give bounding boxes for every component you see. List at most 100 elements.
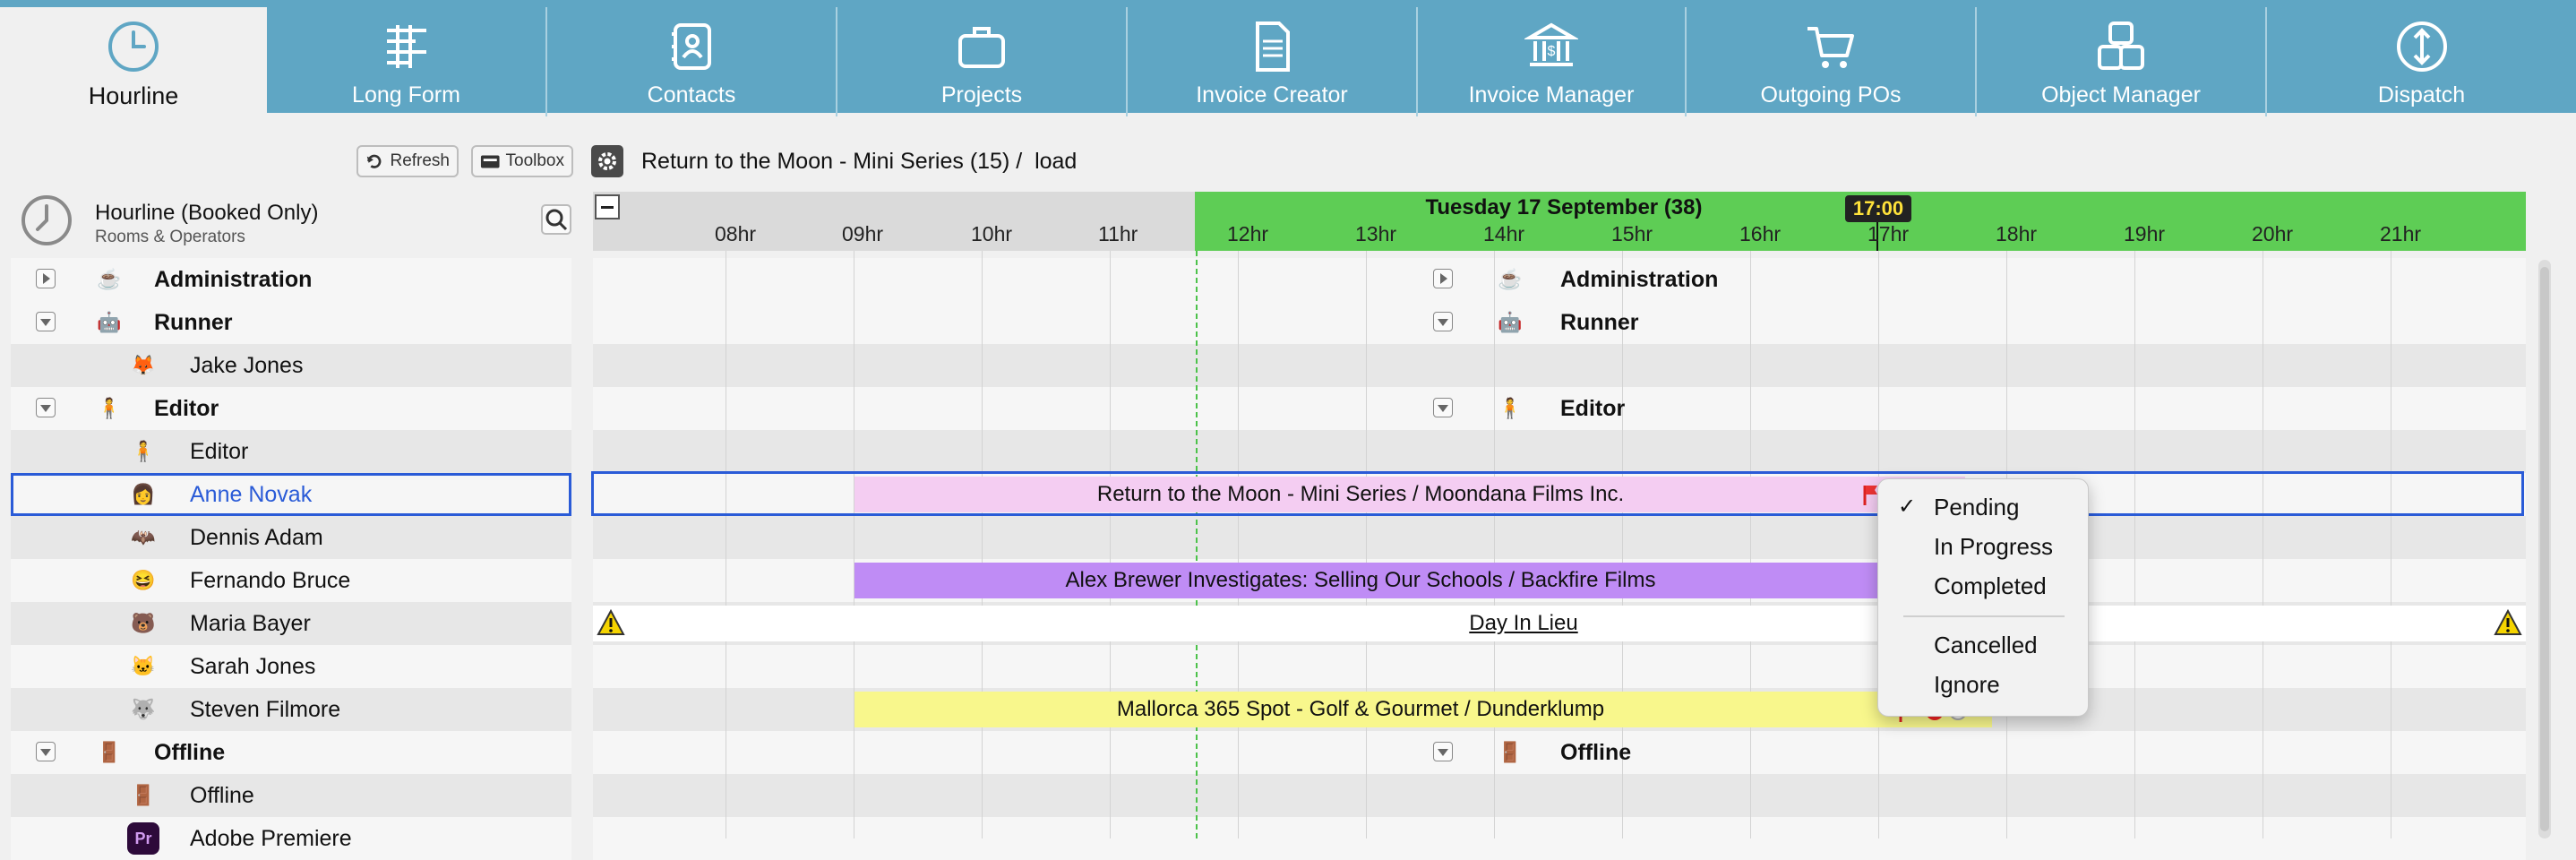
timeline-row[interactable] (593, 301, 2526, 344)
refresh-button[interactable]: Refresh (356, 145, 459, 177)
collapse-toggle[interactable] (36, 398, 56, 417)
scrollbar-thumb[interactable] (2540, 267, 2549, 831)
toolbox-button[interactable]: Toolbox (471, 145, 573, 177)
settings-button[interactable] (591, 145, 623, 177)
tab-label: Projects (940, 82, 1023, 108)
list-item[interactable]: 🤖 Runner (11, 301, 571, 344)
list-item[interactable]: 🐻 Maria Bayer (11, 602, 571, 645)
list-item[interactable]: 🦇 Dennis Adam (11, 516, 571, 559)
tab-invoice-manager[interactable]: $ Invoice Manager (1418, 7, 1687, 116)
timeline-row[interactable] (593, 258, 2526, 301)
hour-label: 15hr (1611, 222, 1653, 245)
search-button[interactable] (541, 204, 571, 235)
row-label: Editor (190, 439, 249, 464)
cubes-icon (2098, 22, 2144, 70)
door-icon: 🚪 (97, 741, 122, 763)
tab-contacts[interactable]: Contacts (547, 7, 837, 116)
timeline-row[interactable] (593, 387, 2526, 430)
tab-object-manager[interactable]: Object Manager (1977, 7, 2267, 116)
list-item[interactable]: 🚪 Offline (11, 774, 571, 817)
list-item[interactable]: 🐱 Sarah Jones (11, 645, 571, 688)
list-item[interactable]: 😆 Fernando Bruce (11, 559, 571, 602)
hour-label: 09hr (842, 222, 884, 245)
timeline-row[interactable] (593, 344, 2526, 387)
woman-avatar-icon: 👩 (131, 483, 156, 505)
expand-toggle[interactable] (36, 269, 56, 288)
timeline-row[interactable] (593, 817, 2526, 860)
menu-item-in-progress[interactable]: In Progress (1934, 533, 2053, 561)
list-item[interactable]: ☕ Administration (11, 258, 571, 301)
menu-item-pending[interactable]: Pending (1934, 494, 2019, 521)
grid-line (1110, 251, 1111, 838)
row-label: Offline (154, 740, 226, 765)
tab-projects[interactable]: Projects (837, 7, 1128, 116)
list-item[interactable]: 🚪 Offline (11, 731, 571, 774)
timeline-row[interactable] (593, 731, 2526, 774)
collapse-timeline-button[interactable] (595, 194, 620, 219)
timeline-row[interactable] (593, 516, 2526, 559)
android-icon: 🤖 (97, 311, 122, 333)
booking-steven-filmore[interactable]: Mallorca 365 Spot - Golf & Gourmet / Dun… (854, 692, 1992, 727)
tab-dispatch[interactable]: Dispatch (2267, 7, 2576, 116)
refresh-label: Refresh (390, 151, 450, 170)
list-item-selected[interactable]: 👩 Anne Novak (11, 473, 571, 516)
hour-label: 10hr (971, 222, 1013, 245)
collapse-editor-toggle[interactable] (1433, 398, 1453, 417)
hour-label: 08hr (715, 222, 757, 245)
menu-item-cancelled[interactable]: Cancelled (1934, 632, 2038, 659)
row-label: Dennis Adam (190, 525, 323, 550)
coffee-icon: ☕ (1498, 268, 1523, 290)
collapse-toggle[interactable] (36, 312, 56, 331)
collapse-offline-toggle[interactable] (1433, 742, 1453, 761)
collapse-toggle[interactable] (36, 742, 56, 761)
booking-maria-bayer[interactable]: Day In Lieu (593, 606, 2526, 641)
timeline-row[interactable] (593, 645, 2526, 688)
tab-hourline[interactable]: Hourline (0, 7, 267, 116)
list-item[interactable]: Pr Adobe Premiere (11, 817, 571, 860)
timeline-row[interactable] (593, 774, 2526, 817)
hour-label: 17hr (1868, 222, 1910, 245)
search-icon (545, 209, 568, 231)
tab-outgoing-pos[interactable]: Outgoing POs (1687, 7, 1977, 116)
batman-avatar-icon: 🦇 (131, 526, 156, 548)
bear-avatar-icon: 🐻 (131, 612, 156, 634)
current-time-badge: 17:00 (1845, 195, 1911, 222)
group-label-administration: Administration (1560, 267, 1719, 292)
laughing-face-icon: 😆 (131, 569, 156, 591)
dispatch-arrows-icon (2396, 22, 2447, 72)
briefcase-icon (958, 27, 1005, 68)
row-label: Runner (154, 310, 233, 335)
tab-invoice-creator[interactable]: Invoice Creator (1128, 7, 1418, 116)
list-item[interactable]: 🧍 Editor (11, 387, 571, 430)
booking-label: Alex Brewer Investigates: Selling Our Sc… (1065, 568, 1656, 592)
list-item[interactable]: 🧍 Editor (11, 430, 571, 473)
group-label-offline: Offline (1560, 740, 1632, 765)
door-icon: 🚪 (131, 784, 156, 806)
clock-icon (108, 22, 159, 72)
vertical-scrollbar[interactable] (2538, 260, 2551, 838)
list-item[interactable]: 🦊 Jake Jones (11, 344, 571, 387)
menu-item-ignore[interactable]: Ignore (1934, 671, 2000, 699)
expand-administration-toggle[interactable] (1433, 269, 1453, 288)
tab-label: Object Manager (2041, 82, 2201, 108)
grid-line (2134, 251, 2135, 838)
booking-fernando-bruce[interactable]: Alex Brewer Investigates: Selling Our Sc… (854, 563, 1885, 598)
timeline-date-label: Tuesday 17 September (38) (1425, 195, 1703, 219)
tab-label: Contacts (647, 82, 736, 108)
svg-text:$: $ (1548, 44, 1556, 59)
booking-anne-novak[interactable]: Return to the Moon - Mini Series / Moond… (854, 477, 1965, 512)
timeline-row[interactable] (593, 430, 2526, 473)
contacts-icon (672, 23, 711, 70)
row-label: Sarah Jones (190, 654, 316, 679)
tab-label: Dispatch (2377, 82, 2466, 108)
row-label: Offline (190, 783, 254, 808)
collapse-runner-toggle[interactable] (1433, 312, 1453, 331)
tab-label: Hourline (88, 82, 179, 109)
coffee-icon: ☕ (97, 268, 122, 290)
hour-label: 21hr (2380, 222, 2422, 245)
menu-item-completed[interactable]: Completed (1934, 572, 2047, 600)
hour-label: 16hr (1739, 222, 1782, 245)
list-item[interactable]: 🐺 Steven Filmore (11, 688, 571, 731)
tab-long-form[interactable]: Long Form (267, 7, 547, 116)
cat-avatar-icon: 🐱 (131, 655, 156, 677)
